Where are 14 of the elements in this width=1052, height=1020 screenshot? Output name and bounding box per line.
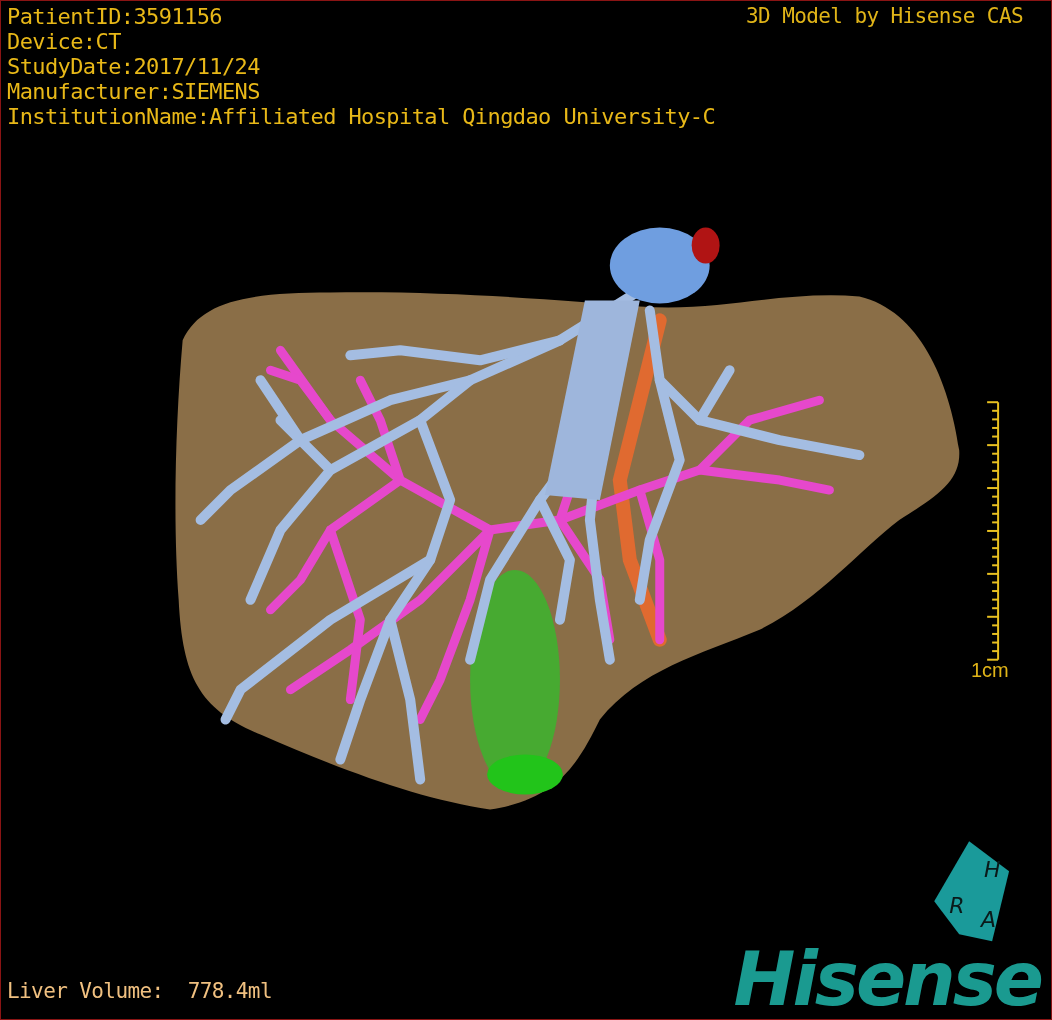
brand-logo: Hisense bbox=[733, 939, 1041, 1019]
cube-face-label: A bbox=[981, 907, 997, 933]
render-viewport[interactable]: H R A PatientID:3591156 Device:CT StudyDate:2017/11/24 Manufacturer:SIEMENS InstitutionName:Affiliated Hospital Qingdao University-C 3D Model by Hisense CAS 1cm Liver Volume: 778.4ml Hisense bbox=[0, 0, 1052, 1020]
patient-info-text: StudyDate:2017/11/24 bbox=[7, 54, 261, 79]
liver-volume-text: Liver Volume: 778.4ml bbox=[7, 979, 272, 1003]
scale-bar-label: 1cm bbox=[971, 659, 1009, 682]
patient-info-text: InstitutionName:Affiliated Hospital Qingdao University-C bbox=[7, 104, 716, 129]
patient-info-text: Manufacturer:SIEMENS bbox=[7, 79, 261, 104]
credit-text: 3D Model by Hisense CAS bbox=[746, 4, 1023, 29]
patient-info-text: Device:CT bbox=[7, 29, 122, 54]
cube-face-label: H bbox=[984, 857, 1001, 883]
cube-face-label: R bbox=[949, 893, 965, 919]
patient-info-text: PatientID:3591156 bbox=[7, 4, 223, 29]
orientation-cube-icon bbox=[934, 841, 1010, 942]
